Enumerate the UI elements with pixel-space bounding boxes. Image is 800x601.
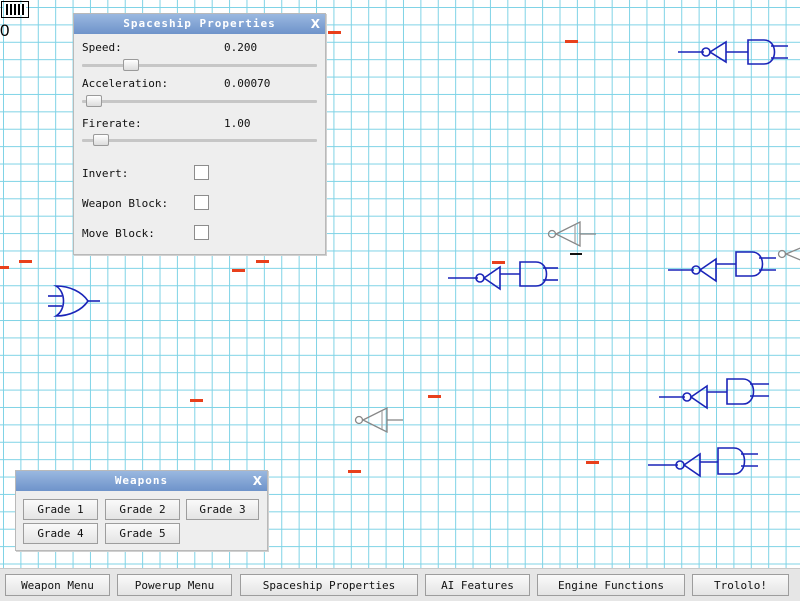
firerate-slider[interactable] <box>82 139 317 142</box>
grade-1-button[interactable]: Grade 1 <box>23 499 98 520</box>
close-icon[interactable]: X <box>253 471 263 491</box>
weapon-block-label: Weapon Block: <box>82 197 168 210</box>
grade-3-button[interactable]: Grade 3 <box>186 499 259 520</box>
projectile <box>586 461 599 464</box>
projectile <box>256 260 269 263</box>
speed-slider-handle[interactable] <box>123 59 139 71</box>
weapon-block-checkbox[interactable] <box>194 195 209 210</box>
projectile <box>348 470 361 473</box>
firerate-value: 1.00 <box>224 117 251 130</box>
move-block-checkbox[interactable] <box>194 225 209 240</box>
panel-title: Weapons <box>115 474 168 487</box>
enemy-chain <box>448 262 558 289</box>
speed-slider[interactable] <box>82 64 317 67</box>
acceleration-label: Acceleration: <box>82 77 168 90</box>
panel-title: Spaceship Properties <box>123 17 275 30</box>
spaceship-properties-panel: Spaceship Properties X Speed: 0.200 Acce… <box>73 13 326 255</box>
move-block-label: Move Block: <box>82 227 155 240</box>
projectile <box>19 260 32 263</box>
enemy-or-gate <box>48 286 100 316</box>
spaceship-properties-button[interactable]: Spaceship Properties <box>240 574 418 596</box>
speed-label: Speed: <box>82 41 122 54</box>
speed-value: 0.200 <box>224 41 257 54</box>
enemy-chain <box>648 448 758 476</box>
invert-label: Invert: <box>82 167 128 180</box>
firerate-slider-handle[interactable] <box>93 134 109 146</box>
projectile <box>232 269 245 272</box>
projectile <box>492 261 505 264</box>
enemy-chain <box>659 379 769 408</box>
acceleration-value: 0.00070 <box>224 77 270 90</box>
firerate-label: Firerate: <box>82 117 142 130</box>
trololo-button[interactable]: Trololo! <box>692 574 789 596</box>
powerup-menu-button[interactable]: Powerup Menu <box>117 574 232 596</box>
neutral-not-gate <box>356 408 404 432</box>
taskbar: Weapon Menu Powerup Menu Spaceship Prope… <box>0 568 800 601</box>
projectile <box>190 399 203 402</box>
acceleration-slider[interactable] <box>82 100 317 103</box>
acceleration-slider-handle[interactable] <box>86 95 102 107</box>
spaceship-properties-titlebar[interactable]: Spaceship Properties X <box>74 14 325 34</box>
ammo-gauge-icon <box>1 1 29 18</box>
close-icon[interactable]: X <box>311 14 321 34</box>
score-counter: 0 <box>0 21 9 41</box>
weapons-panel: Weapons X Grade 1 Grade 2 Grade 3 Grade … <box>15 470 268 551</box>
projectile <box>565 40 578 43</box>
ai-features-button[interactable]: AI Features <box>425 574 530 596</box>
enemy-chain <box>678 40 788 64</box>
grade-4-button[interactable]: Grade 4 <box>23 523 98 544</box>
enemy-chain <box>668 252 776 281</box>
grade-2-button[interactable]: Grade 2 <box>105 499 180 520</box>
player-ship[interactable] <box>549 222 597 246</box>
invert-checkbox[interactable] <box>194 165 209 180</box>
engine-functions-button[interactable]: Engine Functions <box>537 574 685 596</box>
projectile <box>0 266 9 269</box>
weapons-titlebar[interactable]: Weapons X <box>16 471 267 491</box>
projectile <box>428 395 441 398</box>
player-projectile <box>570 253 582 255</box>
grade-5-button[interactable]: Grade 5 <box>105 523 180 544</box>
projectile <box>328 31 341 34</box>
weapon-menu-button[interactable]: Weapon Menu <box>5 574 110 596</box>
neutral-not-gate <box>779 244 800 264</box>
